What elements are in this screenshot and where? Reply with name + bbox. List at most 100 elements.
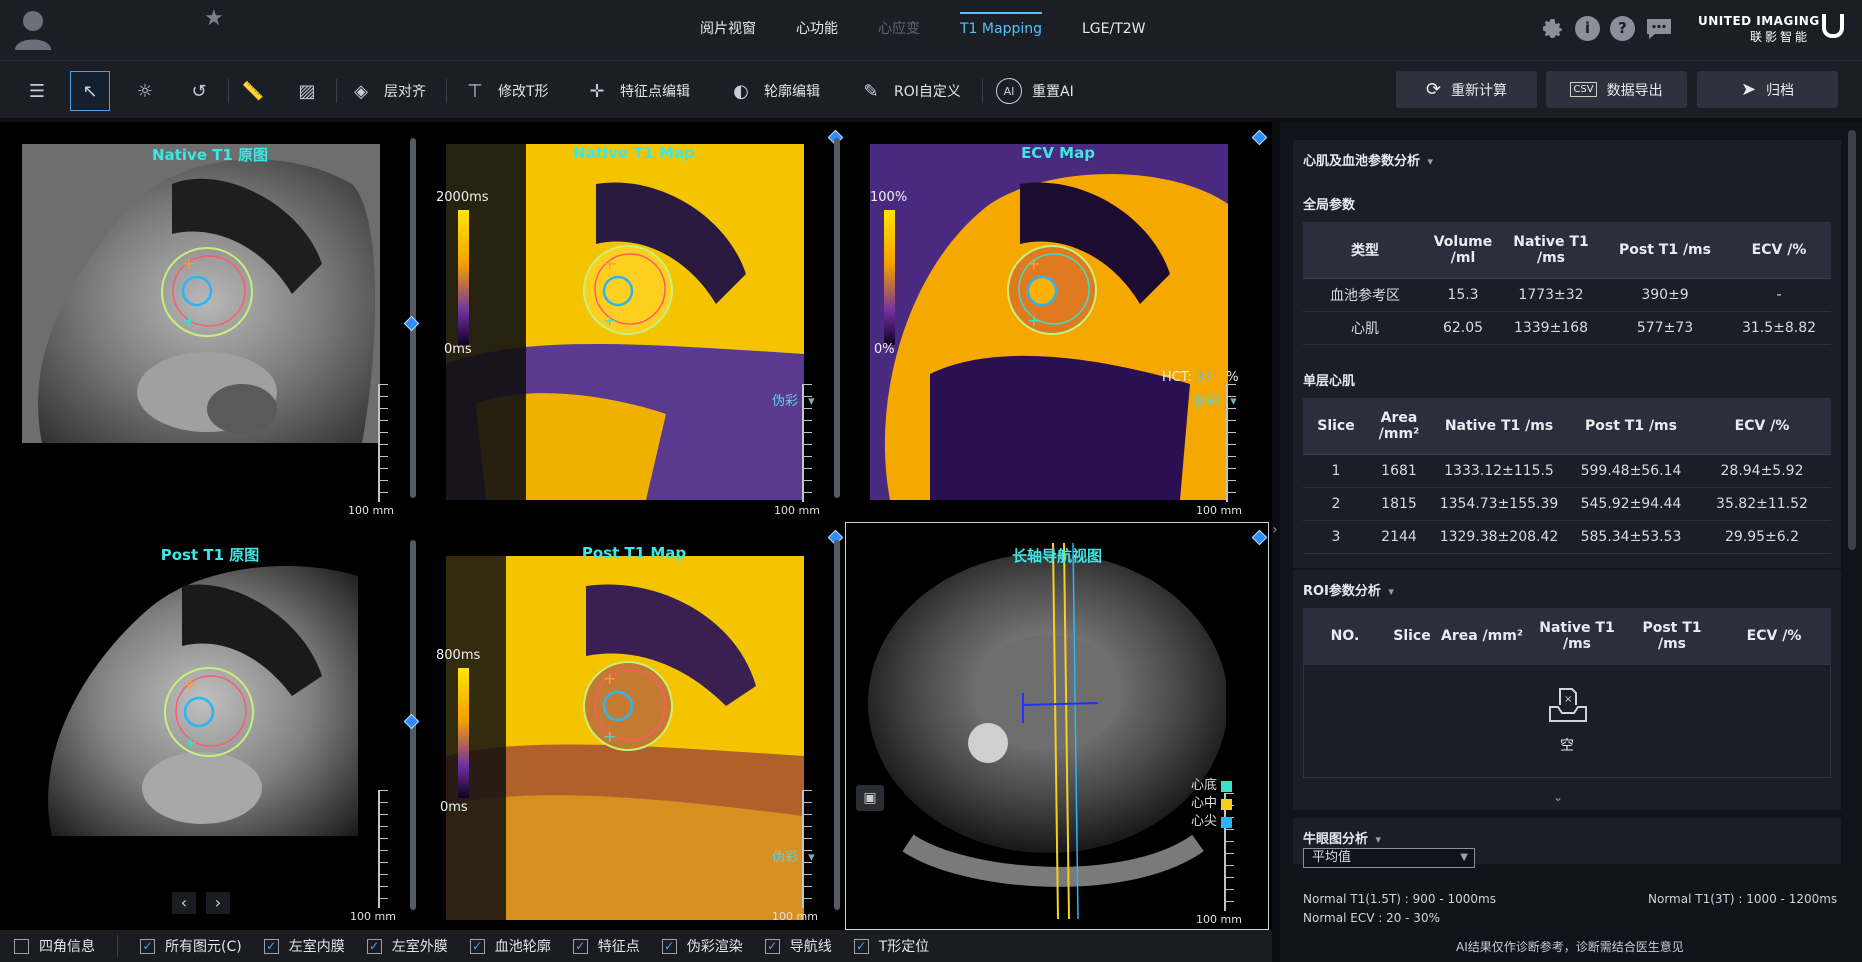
viewport-splitter[interactable] [834, 138, 840, 498]
checkbox-box[interactable]: ✓ [764, 938, 780, 954]
color-bar [458, 668, 469, 798]
tab-lge-t2w[interactable]: LGE/T2W [1062, 0, 1166, 60]
next-slice-icon[interactable]: › [206, 892, 230, 914]
save-snapshot-icon[interactable]: ▣ [856, 785, 884, 811]
collapse-panel-icon[interactable]: › [1272, 522, 1278, 538]
viewport-splitter[interactable] [834, 540, 840, 910]
brand-logo: UNITED IMAGING 联影智能 [1698, 14, 1848, 45]
tab-t1-mapping[interactable]: T1 Mapping [940, 0, 1062, 60]
panel-scrollbar[interactable] [1848, 130, 1856, 550]
scale-label: 100 mm [348, 504, 394, 517]
scale-label: 100 mm [772, 910, 818, 923]
message-icon[interactable] [1645, 16, 1673, 41]
pointer-tool[interactable]: ↖ [70, 71, 110, 111]
ecv-map-image[interactable]: + + [870, 144, 1228, 500]
t1-map-image[interactable]: + + [446, 556, 804, 920]
checkbox-t-shape[interactable]: ✓ T形定位 [853, 936, 929, 956]
table-header: Post T1 /ms [1627, 608, 1717, 665]
viewport-post-t1-map[interactable]: Post T1 Map + + 800ms 0ms 100 mm 伪彩 [424, 522, 844, 930]
table-cell: 599.48±56.14 [1569, 454, 1693, 488]
section-header-bullseye[interactable]: 牛眼图分析 [1303, 828, 1381, 847]
svg-text:+: + [184, 733, 197, 752]
global-params-title: 全局参数 [1303, 198, 1356, 213]
table-cell: 1773±32 [1499, 278, 1603, 312]
checkbox-box[interactable]: ✓ [661, 938, 677, 954]
hct-value[interactable]: 37 [1196, 370, 1213, 385]
expand-chevron-icon[interactable]: ⌄ [1553, 790, 1563, 804]
checkbox-corner-info[interactable]: 四角信息 [14, 936, 95, 956]
tab-cardiac-function[interactable]: 心功能 [776, 0, 858, 60]
export-data-button[interactable]: CSV 数据导出 [1546, 71, 1687, 108]
area-tool[interactable]: ▨ [294, 71, 320, 111]
analysis-panel: 心肌及血池参数分析 全局参数 类型 Volume /ml Native T1 /… [1280, 122, 1862, 962]
pointer-icon: ↖ [70, 71, 110, 111]
table-cell: 1339±168 [1499, 311, 1603, 345]
checkbox-lv-endo[interactable]: ✓ 左室内膜 [263, 936, 345, 956]
checkbox-box[interactable]: ✓ [572, 938, 588, 954]
checkbox-landmarks[interactable]: ✓ 特征点 [572, 936, 640, 956]
pseudo-color-dropdown[interactable]: 伪彩 [772, 390, 815, 409]
table-header: Slice [1303, 398, 1369, 455]
user-avatar-icon[interactable] [12, 6, 54, 50]
pseudo-color-dropdown[interactable]: 伪彩 [772, 846, 815, 865]
global-params-table: 类型 Volume /ml Native T1 /ms Post T1 /ms … [1303, 222, 1831, 345]
bullseye-select[interactable]: 平均值 ▼ [1303, 848, 1475, 868]
section-header-myocardium[interactable]: 心肌及血池参数分析 [1303, 150, 1433, 169]
checkbox-box[interactable]: ✓ [263, 938, 279, 954]
reset-ai-tool[interactable]: AI 重置AI [996, 71, 1074, 111]
recalculate-button[interactable]: ⟳ 重新计算 [1396, 71, 1537, 108]
checkbox-all-graphics[interactable]: ✓ 所有图元(C) [140, 936, 242, 956]
tab-reading[interactable]: 阅片视窗 [680, 0, 776, 60]
checkbox-pseudo-color[interactable]: ✓ 伪彩渲染 [661, 936, 743, 956]
list-tool[interactable]: ☰ [24, 71, 50, 111]
checkbox-box[interactable] [14, 938, 29, 954]
viewport-title: Post T1 Map [581, 544, 687, 562]
viewport-ecv-map[interactable]: ECV Map + + 100% 0% 100 mm HCT: 37 % 伪彩 [848, 122, 1268, 517]
checkbox-label: 所有图元(C) [165, 939, 242, 955]
slice-navigation: ‹› [172, 892, 230, 914]
viewport-native-t1-original[interactable]: Native T1 原图 + + 100 mm [0, 122, 420, 517]
viewport-post-t1-original[interactable]: Post T1 原图 + + 100 mm [0, 522, 420, 930]
table-header: Native T1 /ms [1429, 398, 1569, 455]
viewport-native-t1-map[interactable]: Native T1 Map + + 2000ms 0ms 100 mm 伪彩 [424, 122, 844, 517]
checkbox-blood-pool[interactable]: ✓ 血池轮廓 [469, 936, 551, 956]
color-bar-min: 0% [874, 342, 895, 357]
info-icon[interactable]: i [1575, 16, 1600, 41]
favorite-star-icon[interactable]: ★ [204, 6, 224, 31]
tab-strain[interactable]: 心应变 [858, 0, 940, 60]
mri-image[interactable]: + + [22, 144, 380, 443]
checkbox-box[interactable]: ✓ [853, 938, 869, 954]
hct-unit: % [1226, 370, 1239, 385]
long-axis-image[interactable] [868, 543, 1226, 919]
hct-field[interactable]: HCT: 37 % [1162, 370, 1239, 385]
checkbox-box[interactable]: ✓ [469, 938, 485, 954]
checkbox-box[interactable]: ✓ [140, 938, 155, 954]
t1-map-image[interactable]: + + [446, 144, 804, 500]
checkbox-label: 左室内膜 [288, 939, 345, 955]
prev-slice-icon[interactable]: ‹ [172, 892, 196, 914]
checkbox-box[interactable]: ✓ [366, 938, 382, 954]
edit-landmarks-tool[interactable]: ✛ 特征点编辑 [584, 71, 690, 111]
checkbox-nav-lines[interactable]: ✓ 导航线 [764, 936, 832, 956]
viewport-long-axis-navigation[interactable]: 长轴导航视图 100 mm ▣ 心底 心中 心尖 [845, 522, 1269, 930]
mri-image[interactable]: + + [22, 556, 358, 836]
pseudo-color-dropdown[interactable]: 伪彩 [1194, 390, 1237, 409]
gear-icon[interactable] [1540, 16, 1565, 41]
reset-tool[interactable]: ↺ [186, 71, 212, 111]
viewport-title: Native T1 原图 [151, 146, 269, 164]
section-header-roi[interactable]: ROI参数分析 [1303, 580, 1394, 599]
scale-label: 100 mm [1196, 504, 1242, 517]
checkbox-lv-epi[interactable]: ✓ 左室外膜 [366, 936, 448, 956]
checkbox-label: 特征点 [597, 939, 640, 955]
scale-label: 100 mm [1196, 913, 1242, 926]
brand-mark-icon [1822, 14, 1844, 38]
measure-tool[interactable]: 📏 [240, 71, 266, 111]
edit-t-shape-tool[interactable]: ⊤ 修改T形 [462, 71, 548, 111]
help-icon[interactable]: ? [1610, 16, 1635, 41]
window-level-tool[interactable]: ☼ [132, 71, 158, 111]
archive-button[interactable]: ➤ 归档 [1697, 71, 1838, 108]
table-cell: 1333.12±115.5 [1429, 454, 1569, 488]
align-slices-tool[interactable]: ◈ 层对齐 [348, 71, 426, 111]
roi-custom-tool[interactable]: ✎ ROI自定义 [858, 71, 960, 111]
edit-contour-tool[interactable]: ◐ 轮廓编辑 [728, 71, 820, 111]
